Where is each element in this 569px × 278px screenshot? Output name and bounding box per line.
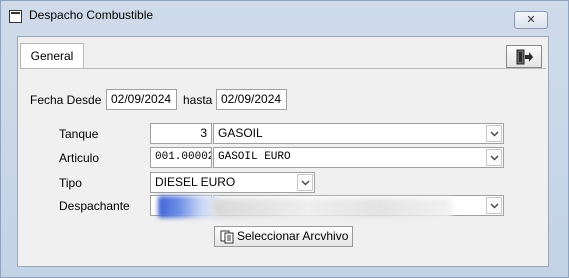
- fecha-hasta-input[interactable]: 02/09/2024: [216, 89, 287, 110]
- tipo-dropdown-button[interactable]: [297, 174, 313, 191]
- fecha-desde-input[interactable]: 02/09/2024: [106, 89, 177, 110]
- redacted-code: [158, 196, 218, 218]
- articulo-select-value: GASOIL EURO: [218, 151, 291, 163]
- articulo-dropdown-button[interactable]: [486, 149, 502, 166]
- select-file-label: Seleccionar Arcvhivo: [237, 229, 349, 243]
- despachante-dropdown-button[interactable]: [486, 197, 502, 214]
- redacted-name: [212, 198, 452, 218]
- articulo-label: Articulo: [59, 151, 100, 165]
- hasta-label: hasta: [183, 93, 213, 107]
- exit-button[interactable]: [506, 45, 542, 68]
- tab-general[interactable]: General: [20, 43, 84, 69]
- close-button[interactable]: ✕: [514, 11, 548, 29]
- despachante-label: Despachante: [59, 199, 130, 213]
- title-bar[interactable]: Despacho Combustible ✕: [1, 1, 568, 31]
- chevron-down-icon: [490, 131, 499, 137]
- tanque-label: Tanque: [59, 127, 99, 141]
- window-icon: [9, 10, 22, 23]
- window-title: Despacho Combustible: [29, 8, 154, 22]
- fecha-desde-label: Fecha Desde: [30, 93, 102, 107]
- tanque-select[interactable]: GASOIL: [213, 123, 504, 144]
- tipo-select[interactable]: DIESEL EURO: [150, 172, 315, 193]
- chevron-down-icon: [490, 203, 499, 209]
- select-file-button[interactable]: Seleccionar Arcvhivo: [214, 226, 353, 247]
- articulo-select[interactable]: GASOIL EURO: [213, 147, 504, 168]
- tipo-select-value: DIESEL EURO: [155, 175, 236, 189]
- chevron-down-icon: [490, 155, 499, 161]
- tipo-label: Tipo: [59, 176, 82, 190]
- tanque-code-input[interactable]: 3: [150, 123, 212, 144]
- chevron-down-icon: [301, 180, 310, 186]
- tanque-select-value: GASOIL: [218, 126, 263, 140]
- exit-door-icon: [516, 49, 533, 65]
- file-select-icon: [220, 230, 234, 244]
- articulo-code-input[interactable]: 001.00002: [150, 147, 212, 168]
- tanque-dropdown-button[interactable]: [486, 125, 502, 142]
